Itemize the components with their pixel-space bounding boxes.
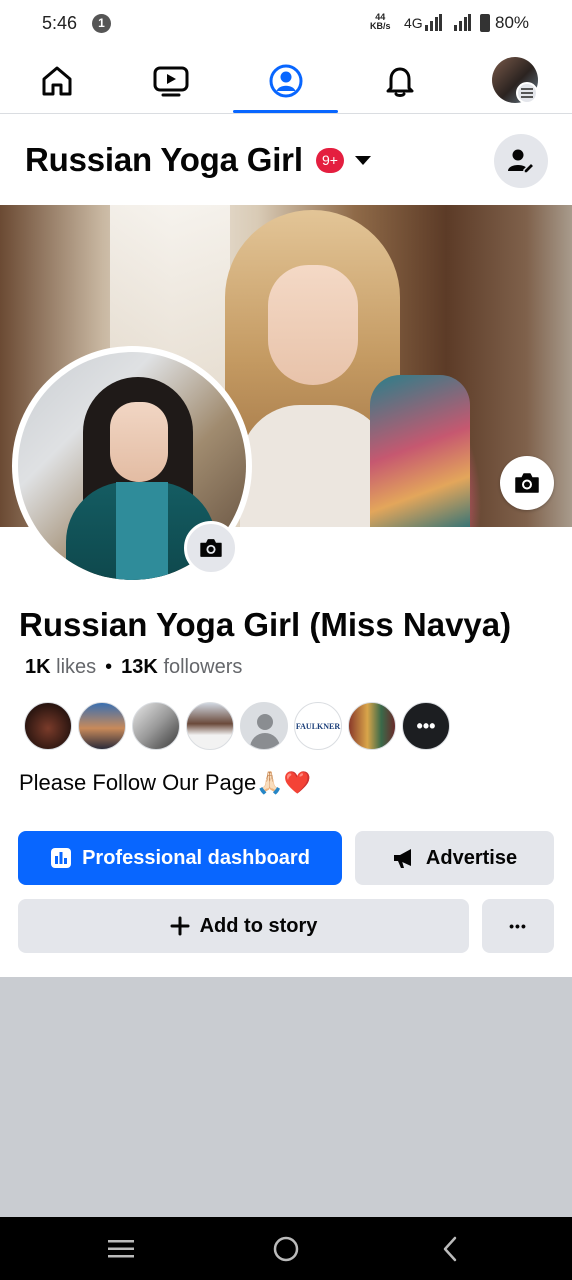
notification-count-badge: 1 xyxy=(92,14,111,33)
system-nav-bar xyxy=(0,1217,572,1280)
camera-icon xyxy=(200,539,222,557)
profile-icon xyxy=(269,64,303,98)
more-options-label: ••• xyxy=(509,918,527,934)
home-icon xyxy=(42,66,72,96)
follower-avatar-default[interactable] xyxy=(240,702,288,750)
add-to-story-button[interactable]: Add to story xyxy=(18,899,469,953)
likes-count[interactable]: 1K xyxy=(25,656,51,678)
video-icon xyxy=(153,66,189,97)
network-type: 4G xyxy=(404,15,423,31)
followers-count[interactable]: 13K xyxy=(121,656,158,678)
likes-label[interactable]: likes xyxy=(56,656,96,678)
status-time: 5:46 xyxy=(42,13,78,33)
camera-icon xyxy=(515,473,539,493)
page-bio: Please Follow Our Page🙏🏻❤️ xyxy=(19,770,312,795)
bell-icon xyxy=(386,67,414,97)
plus-icon xyxy=(170,916,190,936)
feed-placeholder xyxy=(0,977,572,1217)
advertise-button[interactable]: Advertise xyxy=(355,831,554,885)
more-options-button[interactable]: ••• xyxy=(482,899,554,953)
top-nav xyxy=(0,48,572,114)
megaphone-icon xyxy=(393,849,411,868)
profile-name: Russian Yoga Girl (Miss Navya) xyxy=(19,606,512,643)
page-switcher-title[interactable]: Russian Yoga Girl xyxy=(25,141,303,179)
back-icon xyxy=(443,1236,457,1261)
signal-icon xyxy=(425,14,442,31)
professional-dashboard-label: Professional dashboard xyxy=(82,846,310,869)
chevron-down-icon[interactable] xyxy=(355,156,371,165)
nav-profile[interactable] xyxy=(229,48,343,114)
battery-percent: 80% xyxy=(495,13,530,32)
stats-separator: • xyxy=(105,656,113,678)
menu-lines-icon xyxy=(108,1239,134,1257)
more-followers-button[interactable]: ••• xyxy=(402,702,450,750)
follower-avatar[interactable] xyxy=(132,702,180,750)
battery-icon xyxy=(480,14,490,32)
follower-avatar[interactable] xyxy=(186,702,234,750)
nav-home[interactable] xyxy=(0,48,114,114)
edit-profile-picture-button[interactable] xyxy=(184,521,238,575)
edit-cover-button[interactable] xyxy=(500,456,554,510)
switch-profile-button[interactable] xyxy=(494,134,548,188)
followers-label[interactable]: followers xyxy=(163,656,242,678)
professional-dashboard-button[interactable]: Professional dashboard xyxy=(18,831,342,885)
status-bar: 5:46 1 44 KB/s 4G 80% xyxy=(0,0,572,48)
dashboard-icon xyxy=(51,848,72,868)
follower-avatar[interactable] xyxy=(24,702,72,750)
nav-notifications[interactable] xyxy=(343,48,457,114)
page-notification-badge: 9+ xyxy=(316,148,344,173)
page-header: Russian Yoga Girl 9+ xyxy=(0,115,572,205)
network-speed-unit: KB/s xyxy=(370,21,391,31)
profile-stats: 1K likes • 13K followers xyxy=(25,656,242,679)
follower-avatar[interactable] xyxy=(78,702,126,750)
recent-apps-button[interactable] xyxy=(76,1217,166,1280)
follower-avatar[interactable] xyxy=(348,702,396,750)
follower-avatar-logo[interactable]: FAULKNER xyxy=(294,702,342,750)
menu-icon xyxy=(516,82,538,104)
advertise-label: Advertise xyxy=(425,846,518,869)
add-to-story-label: Add to story xyxy=(199,914,318,937)
nav-video[interactable] xyxy=(114,48,228,114)
home-circle-icon xyxy=(273,1236,299,1261)
home-button[interactable] xyxy=(241,1217,331,1280)
network-speed: 44 KB/s xyxy=(370,13,391,31)
signal-icon-2 xyxy=(454,14,471,31)
person-edit-icon xyxy=(508,149,535,174)
back-button[interactable] xyxy=(405,1217,495,1280)
nav-active-indicator xyxy=(233,110,338,113)
